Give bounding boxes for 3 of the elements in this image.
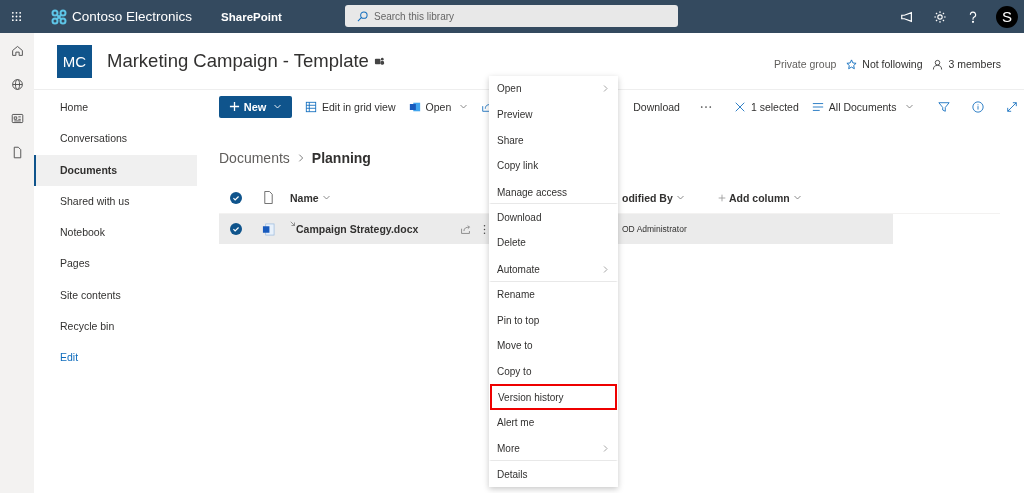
site-title: Marketing Campaign - Template [107, 50, 369, 72]
table-cell: OD Administrator [622, 224, 687, 234]
privacy-label: Private group [773, 58, 837, 70]
